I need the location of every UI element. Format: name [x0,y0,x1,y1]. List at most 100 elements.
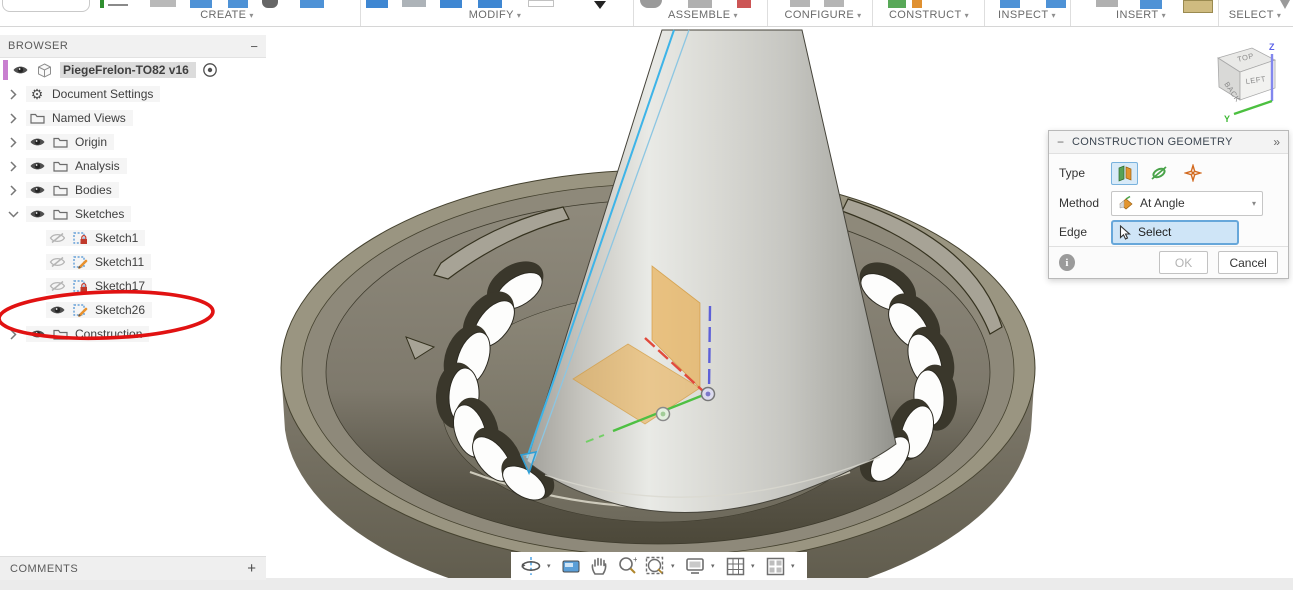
tree-row-sketches[interactable]: Sketches [0,202,266,226]
root-component-label[interactable]: PiegeFrelon-TO82 v16 [63,63,189,77]
extrude-icon[interactable] [150,0,176,7]
insert-derive-icon[interactable] [1096,0,1118,7]
look-at-icon[interactable] [559,554,583,578]
chevron-down-icon[interactable]: ▾ [671,562,679,570]
section-analysis-icon[interactable] [1046,0,1066,8]
tree-row-origin[interactable]: Origin [0,130,266,154]
menu-insert[interactable]: INSERT▾ [1116,9,1166,21]
menu-configure[interactable]: CONFIGURE▾ [784,9,861,21]
menu-select[interactable]: SELECT▾ [1229,9,1282,21]
eye-off-icon[interactable] [49,280,65,292]
eye-icon[interactable] [29,160,45,172]
menu-create[interactable]: CREATE▾ [200,9,254,21]
construct-plane-icon[interactable] [888,0,906,8]
eye-icon[interactable] [29,136,45,148]
tree-row-sketch1[interactable]: Sketch1 [0,226,266,250]
chevron-right-icon[interactable] [6,113,20,124]
eye-icon[interactable] [29,208,45,220]
revolve-icon[interactable] [190,0,212,8]
menu-modify[interactable]: MODIFY▾ [469,9,522,21]
orbit-icon[interactable] [519,554,543,578]
combine-icon[interactable] [478,0,502,8]
sketch-tool-icon[interactable] [100,0,104,8]
origin-handle-corner[interactable] [702,388,715,401]
configure-table-icon[interactable] [824,0,844,7]
pan-icon[interactable] [587,554,611,578]
new-component-icon[interactable] [688,0,712,8]
chevron-down-icon[interactable] [6,211,20,218]
expand-dialog-icon[interactable]: » [1273,135,1280,149]
toolbar-separator [1070,0,1071,26]
measure-icon[interactable] [1000,0,1020,8]
chevron-down-icon[interactable]: ▾ [547,562,555,570]
type-axis-button[interactable] [1145,162,1172,185]
eye-icon[interactable] [49,304,65,316]
info-icon[interactable]: i [1059,254,1075,271]
tree-row-sketch26[interactable]: Sketch26 [0,298,266,322]
menu-inspect[interactable]: INSPECT▾ [998,9,1056,21]
loft-icon[interactable] [300,0,324,8]
eye-off-icon[interactable] [49,256,65,268]
viewports-icon[interactable] [763,554,787,578]
chevron-right-icon[interactable] [6,329,20,340]
press-pull-icon[interactable] [366,0,388,8]
activate-radio-icon[interactable] [202,62,218,78]
eye-icon[interactable] [29,184,45,196]
tree-row-sketch17[interactable]: Sketch17 [0,274,266,298]
sweep-icon[interactable] [228,0,248,8]
assemble-tool-icon[interactable] [737,0,751,8]
view-cube[interactable]: LEFT TOP BACK Z Y [1196,40,1293,132]
collapse-dialog-icon[interactable]: − [1057,135,1064,149]
fillet-icon[interactable] [402,0,426,7]
chevron-right-icon[interactable] [6,89,20,100]
fit-icon[interactable] [643,554,667,578]
toolbar-separator [872,0,873,26]
display-settings-icon[interactable] [683,554,707,578]
edge-select-button[interactable]: Select [1111,220,1239,245]
offset-face-icon[interactable] [528,0,554,7]
type-label: Type [1049,166,1111,180]
menu-assemble[interactable]: ASSEMBLE▾ [668,9,738,21]
method-dropdown[interactable]: At Angle ▾ [1111,191,1263,216]
ok-button[interactable]: OK [1159,251,1208,274]
chevron-right-icon[interactable] [6,161,20,172]
construct-axis-icon[interactable] [912,0,922,8]
modify-dropdown-arrow-icon[interactable] [594,1,606,9]
dialog-footer: i OK Cancel [1049,246,1288,278]
tree-row-named-views[interactable]: Named Views [0,106,266,130]
configure-tool-icon[interactable] [790,0,810,7]
select-cursor-icon[interactable] [1280,0,1290,9]
type-point-button[interactable] [1179,162,1206,185]
type-plane-button[interactable] [1111,162,1138,185]
file-tab-stub[interactable] [2,0,90,12]
grid-icon[interactable] [723,554,747,578]
tree-row-document-settings[interactable]: ⚙Document Settings [0,82,266,106]
shell-icon[interactable] [440,0,462,8]
origin-handle-mid[interactable] [657,408,670,421]
tree-row-root-component[interactable]: PiegeFrelon-TO82 v16 [0,58,266,82]
insert-mesh-icon[interactable] [1183,0,1213,13]
insert-canvas-icon[interactable] [1140,0,1162,9]
joint-icon[interactable] [640,0,662,8]
chevron-down-icon[interactable]: ▾ [751,562,759,570]
chevron-right-icon[interactable] [6,137,20,148]
tree-row-sketch11[interactable]: Sketch11 [0,250,266,274]
chevron-down-icon[interactable]: ▾ [791,562,799,570]
tree-row-analysis[interactable]: Analysis [0,154,266,178]
eye-off-icon[interactable] [49,232,65,244]
zoom-icon[interactable]: + [615,554,639,578]
chevron-right-icon[interactable] [6,185,20,196]
add-comment-icon[interactable]: + [247,560,256,577]
tree-row-construction[interactable]: Construction [0,322,266,346]
chevron-down-icon[interactable]: ▾ [711,562,719,570]
dialog-header[interactable]: − CONSTRUCTION GEOMETRY » [1049,131,1288,154]
tree-row-bodies[interactable]: Bodies [0,178,266,202]
eye-icon[interactable] [29,328,45,340]
comments-panel[interactable]: COMMENTS + [0,556,266,580]
menu-construct[interactable]: CONSTRUCT▾ [889,9,969,21]
eye-icon[interactable] [12,64,28,76]
collapse-panel-icon[interactable]: − [250,39,258,54]
cancel-button[interactable]: Cancel [1218,251,1278,274]
coil-icon[interactable] [262,0,278,8]
browser-header[interactable]: BROWSER − [0,35,266,58]
